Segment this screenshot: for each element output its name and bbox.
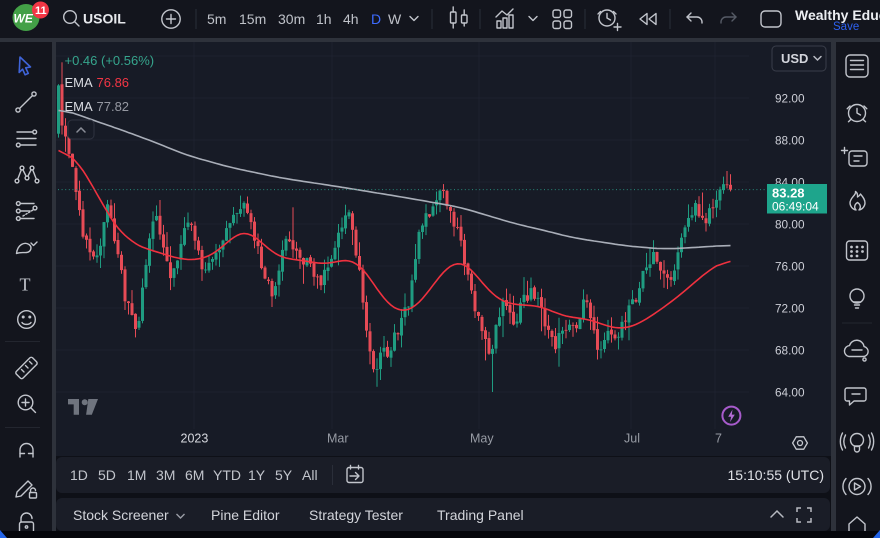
svg-text:Mar: Mar xyxy=(327,432,349,446)
svg-text:7: 7 xyxy=(715,432,722,446)
svg-text:06:49:04: 06:49:04 xyxy=(772,200,819,214)
svg-text:WE: WE xyxy=(14,12,34,26)
svg-text:D: D xyxy=(371,11,381,27)
svg-text:80.00: 80.00 xyxy=(775,218,805,232)
svg-text:4h: 4h xyxy=(343,11,359,27)
svg-text:83.28: 83.28 xyxy=(772,186,805,201)
svg-text:11: 11 xyxy=(35,5,47,17)
svg-text:92.00: 92.00 xyxy=(775,92,805,106)
svg-text:1h: 1h xyxy=(316,11,332,27)
svg-text:72.00: 72.00 xyxy=(775,302,805,316)
svg-text:May: May xyxy=(470,432,494,446)
svg-text:T: T xyxy=(20,275,31,295)
svg-text:68.00: 68.00 xyxy=(775,344,805,358)
svg-text:88.00: 88.00 xyxy=(775,134,805,148)
svg-text:EMA: EMA xyxy=(65,75,94,90)
svg-text:15m: 15m xyxy=(239,11,266,27)
svg-text:EMA: EMA xyxy=(65,99,94,114)
svg-text:W: W xyxy=(388,11,402,27)
svg-text:USOIL: USOIL xyxy=(83,11,126,27)
svg-text:Save: Save xyxy=(833,21,859,33)
svg-text:USD: USD xyxy=(781,51,808,66)
svg-text:77.82: 77.82 xyxy=(97,99,130,114)
svg-text:64.00: 64.00 xyxy=(775,386,805,400)
svg-text:5m: 5m xyxy=(207,11,226,27)
svg-text:Jul: Jul xyxy=(624,432,640,446)
svg-text:30m: 30m xyxy=(278,11,305,27)
svg-text:2023: 2023 xyxy=(181,432,209,446)
svg-text:76.86: 76.86 xyxy=(97,75,130,90)
svg-text:+0.46 (+0.56%): +0.46 (+0.56%) xyxy=(65,53,155,68)
svg-text:76.00: 76.00 xyxy=(775,260,805,274)
